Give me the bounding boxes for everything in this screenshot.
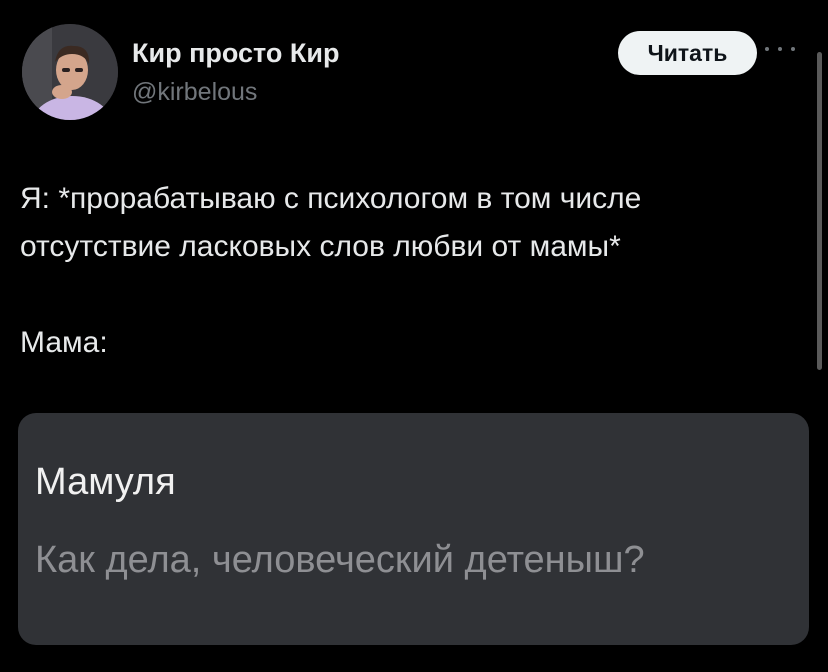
message-preview: Как дела, человеческий детеныш? — [35, 539, 645, 581]
contact-name: Мамуля — [35, 461, 176, 503]
avatar-photo — [22, 24, 118, 120]
read-button[interactable]: Читать — [618, 31, 757, 75]
author-avatar[interactable] — [22, 24, 118, 120]
dot — [778, 47, 782, 51]
author-name[interactable]: Кир просто Кир — [132, 38, 339, 69]
more-horizontal-icon[interactable] — [765, 44, 795, 54]
author-handle[interactable]: @kirbelous — [132, 78, 257, 107]
tweet-paragraph: Мама: — [20, 326, 108, 359]
scrollbar[interactable] — [817, 52, 822, 370]
embedded-screenshot[interactable]: Мамуля Как дела, человеческий детеныш? — [18, 413, 809, 645]
dot — [791, 47, 795, 51]
dot — [765, 47, 769, 51]
tweet-text: Я: *прорабатываю с психологом в том числ… — [20, 175, 800, 367]
tweet-paragraph: Я: *прорабатываю с психологом в том числ… — [20, 182, 642, 263]
